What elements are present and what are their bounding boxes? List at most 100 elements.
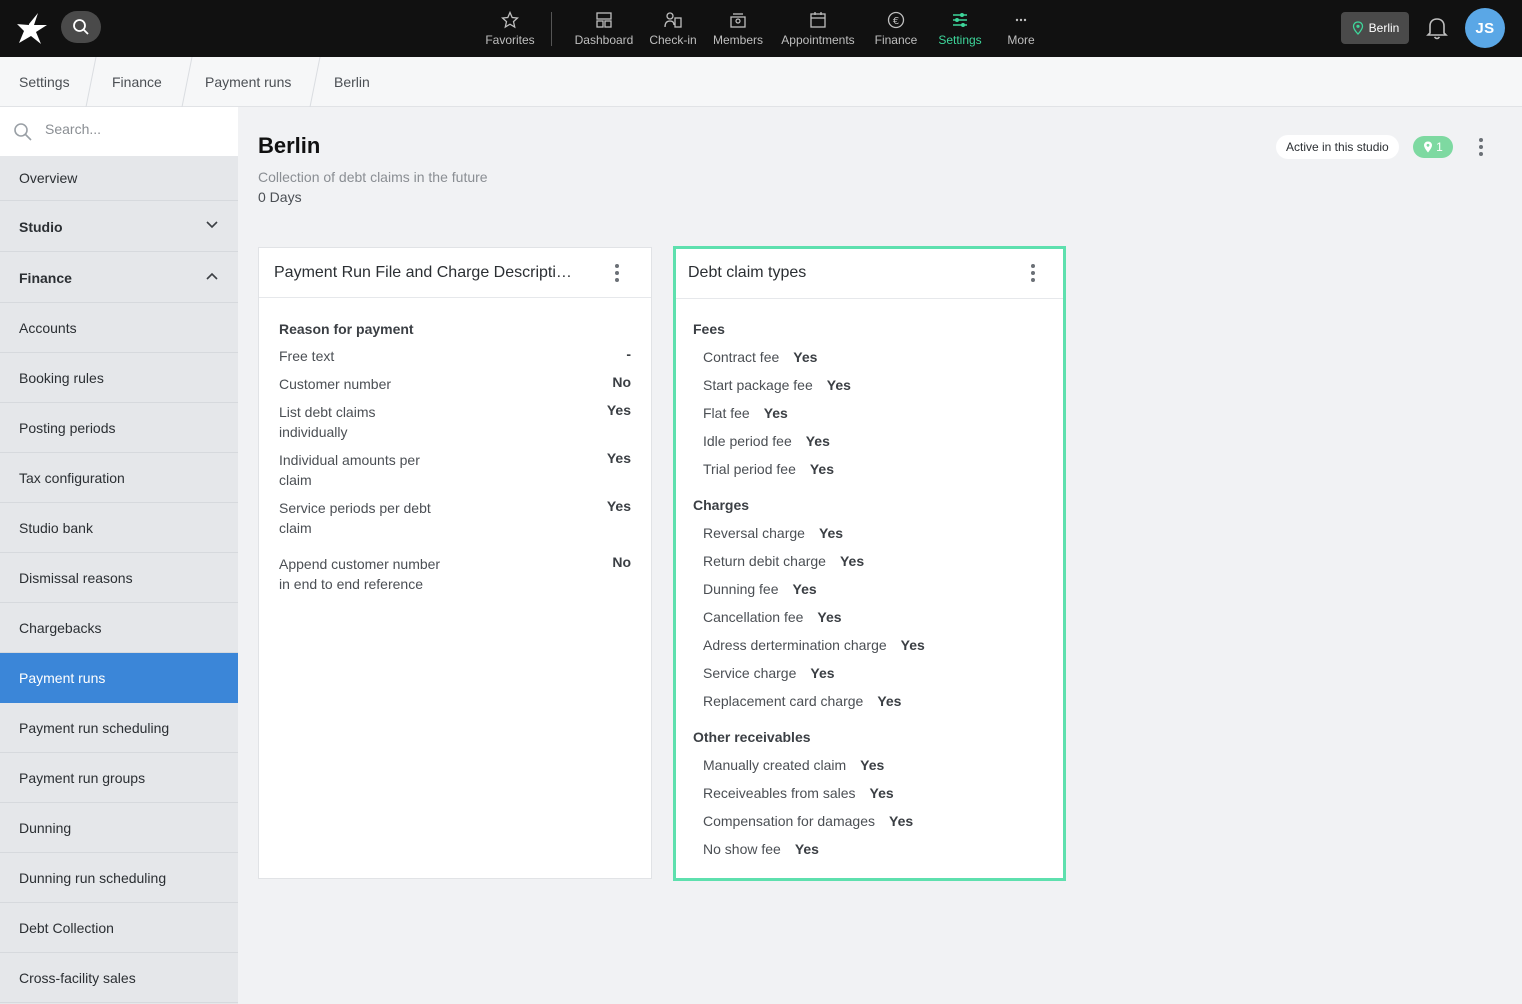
debt-claim-item: Contract fee Yes (703, 349, 818, 365)
sidebar-search-input[interactable] (45, 121, 225, 137)
breadcrumb-separator (181, 57, 193, 107)
field-label: Append customer number (279, 556, 441, 572)
star-icon (501, 10, 519, 28)
collection-days-value: 0 Days (258, 189, 302, 205)
studio-selector-button[interactable]: Berlin (1341, 12, 1409, 44)
breadcrumb: Settings Finance Payment runs Berlin (0, 57, 1522, 107)
field-value: No (612, 374, 631, 390)
field-value: No (612, 554, 631, 570)
card-more-options-icon[interactable] (610, 263, 624, 283)
page-subtitle: Collection of debt claims in the future (258, 169, 488, 185)
sidebar-item-overview[interactable]: Overview (0, 156, 238, 201)
settings-sidebar: Overview Studio Finance Accounts Booking… (0, 107, 238, 1004)
group-heading-other-receivables: Other receivables (693, 729, 811, 745)
breadcrumb-settings[interactable]: Settings (19, 57, 70, 107)
sidebar-item-debt-collection[interactable]: Debt Collection (0, 903, 238, 953)
sidebar-item-cross-facility-sales[interactable]: Cross-facility sales (0, 953, 238, 1003)
payment-run-file-card: Payment Run File and Charge Descripti… R… (258, 247, 652, 879)
sidebar-item-booking-rules[interactable]: Booking rules (0, 353, 238, 403)
nav-settings[interactable]: Settings (932, 0, 988, 57)
breadcrumb-separator (309, 57, 321, 107)
sidebar-item-payment-run-scheduling[interactable]: Payment run scheduling (0, 703, 238, 753)
nav-dashboard[interactable]: Dashboard (570, 0, 638, 57)
group-heading-charges: Charges (693, 497, 750, 513)
location-pin-icon (1352, 21, 1363, 35)
field-label-continued: claim (279, 472, 312, 488)
nav-members[interactable]: Members (708, 0, 768, 57)
debt-claim-item: Receiveables from sales Yes (703, 785, 894, 801)
global-search-button[interactable] (61, 11, 101, 43)
nav-divider (551, 12, 552, 46)
debt-claim-item: Trial period fee Yes (703, 461, 834, 477)
card-header: Payment Run File and Charge Descripti… (259, 248, 651, 298)
card-more-options-icon[interactable] (1026, 263, 1040, 283)
sidebar-item-posting-periods[interactable]: Posting periods (0, 403, 238, 453)
group-heading-fees: Fees (693, 321, 725, 337)
euro-icon: € (887, 11, 905, 28)
members-icon (730, 12, 746, 28)
field-label: List debt claims (279, 404, 376, 420)
sidebar-item-tax-configuration[interactable]: Tax configuration (0, 453, 238, 503)
sidebar-section-finance[interactable]: Finance (0, 253, 238, 303)
top-navigation-bar: Favorites Dashboard Check-in Members App… (0, 0, 1522, 57)
sidebar-search (0, 107, 238, 156)
debt-claim-item: Manually created claim Yes (703, 757, 885, 773)
studio-count-badge[interactable]: 1 (1413, 136, 1453, 158)
check-in-icon (664, 11, 682, 28)
sliders-icon (953, 12, 967, 27)
section-heading: Reason for payment (279, 321, 414, 337)
sidebar-section-studio[interactable]: Studio (0, 202, 238, 252)
page-more-options-icon[interactable] (1474, 137, 1488, 157)
user-avatar[interactable]: JS (1465, 8, 1505, 48)
sidebar-item-dunning-run-scheduling[interactable]: Dunning run scheduling (0, 853, 238, 903)
svg-text:€: € (893, 16, 899, 27)
debt-claim-item: Flat fee Yes (703, 405, 788, 421)
debt-claim-item: No show fee Yes (703, 841, 819, 857)
debt-claim-item: Compensation for damages Yes (703, 813, 914, 829)
location-pin-icon (1424, 141, 1433, 153)
debt-claim-item: Dunning fee Yes (703, 581, 817, 597)
card-header: Debt claim types (676, 249, 1063, 299)
nav-appointments[interactable]: Appointments (776, 0, 860, 57)
notifications-bell-icon[interactable] (1425, 15, 1449, 46)
field-label-continued: in end to end reference (279, 576, 423, 592)
sidebar-item-chargebacks[interactable]: Chargebacks (0, 603, 238, 653)
sidebar-item-payment-run-groups[interactable]: Payment run groups (0, 753, 238, 803)
active-status-label: Active in this studio (1276, 135, 1399, 159)
chevron-up-icon (206, 272, 218, 280)
debt-claim-item: Start package fee Yes (703, 377, 851, 393)
dashboard-icon (596, 11, 612, 28)
nav-favorites[interactable]: Favorites (482, 0, 538, 57)
field-value: Yes (606, 450, 631, 466)
debt-claim-types-card: Debt claim types Fees Contract fee Yes St… (673, 246, 1066, 881)
nav-more[interactable]: More (1000, 0, 1042, 57)
page-title: Berlin (258, 133, 321, 158)
field-label-continued: claim (279, 520, 312, 536)
card-title: Payment Run File and Charge Descripti… (274, 264, 572, 281)
breadcrumb-payment-runs[interactable]: Payment runs (205, 57, 291, 107)
app-logo-star-icon[interactable] (14, 10, 50, 46)
nav-finance[interactable]: € Finance (870, 0, 922, 57)
breadcrumb-finance[interactable]: Finance (112, 57, 162, 107)
field-label: Customer number (279, 376, 392, 392)
search-icon (14, 123, 32, 141)
debt-claim-item: Adress dertermination charge Yes (703, 637, 925, 653)
sidebar-item-payment-runs[interactable]: Payment runs (0, 653, 238, 703)
field-label: Service periods per debt (279, 500, 431, 516)
nav-check-in[interactable]: Check-in (644, 0, 702, 57)
sidebar-item-dismissal-reasons[interactable]: Dismissal reasons (0, 553, 238, 603)
breadcrumb-berlin: Berlin (334, 74, 370, 90)
debt-claim-item: Replacement card charge Yes (703, 693, 902, 709)
sidebar-item-studio-bank[interactable]: Studio bank (0, 503, 238, 553)
field-label: Individual amounts per (279, 452, 420, 468)
sidebar-item-dunning[interactable]: Dunning (0, 803, 238, 853)
field-value: Yes (606, 498, 631, 514)
field-label: Free text (279, 348, 335, 364)
chevron-down-icon (206, 221, 218, 229)
calendar-icon (810, 11, 826, 28)
breadcrumb-separator (85, 57, 97, 107)
sidebar-item-accounts[interactable]: Accounts (0, 303, 238, 353)
debt-claim-item: Service charge Yes (703, 665, 835, 681)
field-value: - (626, 346, 631, 362)
debt-claim-item: Idle period fee Yes (703, 433, 830, 449)
